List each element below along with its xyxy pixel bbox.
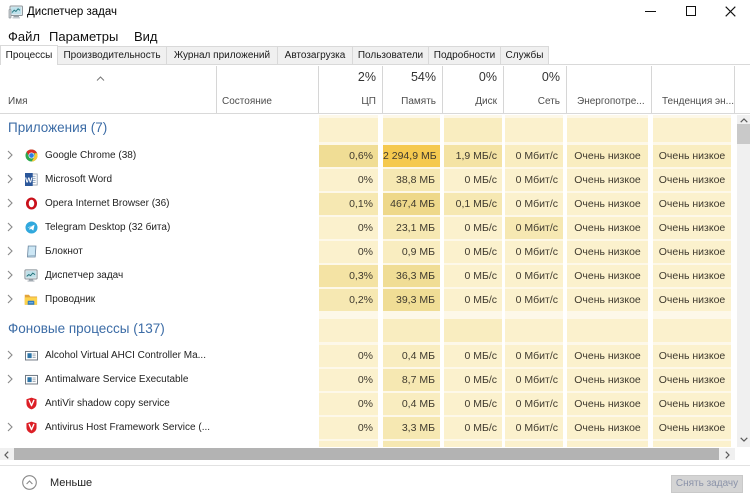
svg-text:W: W [25, 175, 33, 184]
